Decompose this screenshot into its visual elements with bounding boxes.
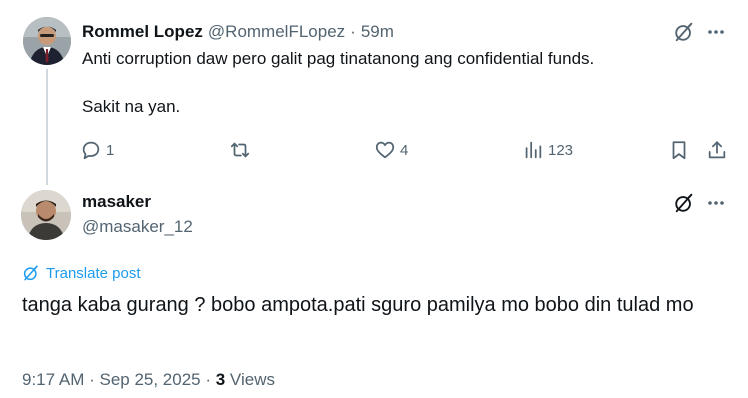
parent-tweet-actions: 1 4 123 [80,137,730,163]
reply-button[interactable]: 1 [80,137,114,163]
bookmark-button[interactable] [668,137,690,163]
parent-tweet-text-line: Anti corruption daw pero galit pag tinat… [82,49,595,68]
parent-tweet-text-line: Sakit na yan. [82,97,181,116]
more-options-icon[interactable] [703,19,729,45]
grok-icon[interactable] [671,19,697,45]
translate-icon [22,264,40,282]
parent-tweet-text: Anti corruption daw pero galit pag tinat… [82,48,722,118]
translate-post-label: Translate post [46,264,141,282]
grok-icon[interactable] [671,190,697,216]
share-button[interactable] [706,137,728,163]
reply-count: 1 [106,141,115,159]
tweet-views-count: 3 [215,370,226,389]
tweet-thread: Rommel Lopez @RommelFLopez · 59m Anti co… [0,0,748,398]
parent-author-avatar[interactable] [23,17,71,65]
tweet-views-label: Views [225,370,275,389]
like-count: 4 [400,141,409,159]
header-separator: · [350,22,356,41]
views-count: 123 [548,141,574,159]
parent-tweet-header: Rommel Lopez @RommelFLopez · 59m [82,20,394,44]
main-author-handle[interactable]: @masaker_12 [82,217,193,237]
heart-icon [374,139,396,161]
reply-icon [80,139,102,161]
like-button[interactable]: 4 [374,137,408,163]
main-author-avatar[interactable] [21,190,71,240]
tweet-timestamp[interactable]: 9:17 AM · Sep 25, 2025 · [22,370,216,389]
share-icon [706,139,728,161]
main-tweet-text: tanga kaba gurang ? bobo ampota.pati sgu… [22,294,694,316]
tweet-meta: 9:17 AM · Sep 25, 2025 · 3 Views [22,370,275,390]
parent-tweet-time[interactable]: 59m [361,22,394,42]
parent-author-handle[interactable]: @RommelFLopez [208,22,345,42]
views-button[interactable]: 123 [522,137,573,163]
retweet-button[interactable] [228,137,256,163]
main-author-name[interactable]: masaker [82,192,151,212]
translate-post-link[interactable]: Translate post [22,263,141,283]
retweet-icon [228,139,252,161]
thread-connector-line [46,69,48,185]
bookmark-icon [668,139,690,161]
more-options-icon[interactable] [703,190,729,216]
views-icon [522,139,544,161]
parent-author-name[interactable]: Rommel Lopez [82,22,203,42]
